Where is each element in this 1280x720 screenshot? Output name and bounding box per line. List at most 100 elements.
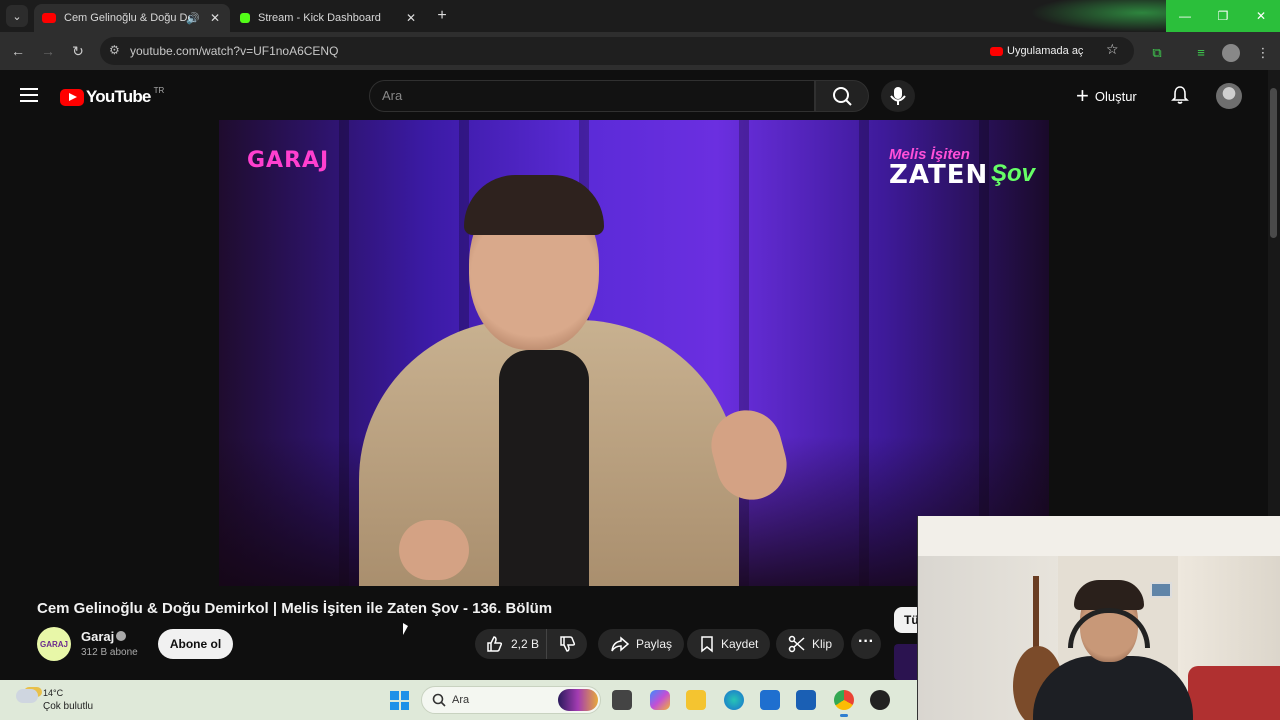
extensions-icon[interactable]: ⧉	[1148, 44, 1166, 62]
file-explorer-icon[interactable]	[686, 690, 706, 710]
channel-avatar[interactable]: GARAJ	[37, 627, 71, 661]
youtube-header: YouTube TR + Oluştur	[0, 70, 1268, 120]
app-icon[interactable]	[870, 690, 890, 710]
youtube-icon	[990, 46, 1003, 56]
youtube-play-icon	[60, 88, 84, 106]
bookmark-icon	[701, 636, 713, 653]
browser-tab-strip: ⌄ Cem Gelinoğlu & Doğu De 🔊 ✕ Stream - K…	[0, 0, 1280, 32]
close-window-button[interactable]: ✕	[1242, 0, 1280, 32]
restore-button[interactable]: ❐	[1204, 0, 1242, 32]
menu-icon[interactable]	[20, 88, 38, 102]
forward-button[interactable]: →	[38, 41, 58, 61]
tab-title: Stream - Kick Dashboard	[258, 12, 381, 24]
search-highlight-image	[558, 689, 598, 711]
reload-button[interactable]: ↻	[68, 41, 88, 61]
instrument-neck	[1033, 576, 1039, 656]
garaj-watermark: GARAJ	[247, 148, 330, 173]
chrome-icon[interactable]	[834, 690, 854, 717]
kick-icon	[240, 13, 250, 23]
scissors-icon	[788, 635, 805, 653]
store-icon[interactable]	[760, 690, 780, 710]
windows-start-icon[interactable]	[390, 691, 409, 710]
toolbar: ← → ↻ ⚙ youtube.com/watch?v=UF1noA6CENQ …	[0, 32, 1280, 70]
tab-kick[interactable]: Stream - Kick Dashboard ✕	[232, 4, 426, 32]
tab-youtube[interactable]: Cem Gelinoğlu & Doğu De 🔊 ✕	[34, 4, 230, 32]
guest-hand	[399, 520, 469, 580]
background-glow	[1030, 0, 1170, 32]
ceiling	[918, 516, 1280, 556]
open-in-app-button[interactable]: Uygulamada aç	[990, 42, 1083, 60]
thumbs-down-icon	[560, 636, 576, 652]
create-label: Oluştur	[1094, 88, 1137, 104]
like-button[interactable]: 2,2 B	[475, 629, 547, 659]
scrollbar-thumb[interactable]	[1270, 88, 1277, 238]
share-label: Paylaş	[636, 637, 673, 651]
address-bar[interactable]: ⚙ youtube.com/watch?v=UF1noA6CENQ Uygula…	[100, 37, 1134, 65]
copilot-icon[interactable]	[650, 690, 670, 710]
save-button[interactable]: Kaydet	[687, 629, 771, 659]
like-dislike-group: 2,2 B	[475, 629, 587, 659]
create-button[interactable]: + Oluştur	[1076, 82, 1137, 110]
red-chair	[1188, 666, 1280, 720]
taskbar-search-label: Ara	[452, 694, 470, 706]
guest-shirt	[499, 350, 589, 586]
subscriber-count: 312 B abone	[81, 647, 138, 658]
outlook-icon[interactable]	[796, 690, 816, 710]
cloud-icon[interactable]	[16, 689, 38, 703]
search-icon	[432, 693, 446, 707]
search-box	[369, 80, 815, 112]
minimize-button[interactable]: —	[1166, 0, 1204, 32]
channel-avatar-text: GARAJ	[39, 639, 68, 649]
site-info-icon[interactable]: ⚙	[109, 43, 120, 57]
dislike-button[interactable]	[547, 629, 587, 659]
edge-icon[interactable]	[724, 690, 744, 710]
bookmark-star-icon[interactable]: ☆	[1106, 41, 1119, 58]
clip-button[interactable]: Klip	[776, 629, 845, 659]
back-button[interactable]: ←	[8, 41, 28, 61]
voice-search-button[interactable]	[881, 80, 915, 112]
close-tab-icon[interactable]: ✕	[406, 11, 416, 25]
tab-title: Cem Gelinoğlu & Doğu De	[64, 12, 194, 24]
wall-picture	[1150, 582, 1172, 598]
guest-hair	[464, 175, 604, 235]
thumbs-up-icon	[487, 636, 503, 652]
logo-text: YouTube	[86, 87, 151, 106]
new-tab-button[interactable]: +	[432, 7, 452, 25]
microphone-icon	[890, 87, 906, 105]
show-logo-main: ZATEN	[889, 160, 989, 190]
close-tab-icon[interactable]: ✕	[210, 11, 220, 25]
speaker-icon[interactable]: 🔊	[186, 12, 200, 25]
tab-search-button[interactable]: ⌄	[6, 5, 28, 27]
windows-taskbar: 14°C Çok bulutlu Ara	[0, 680, 917, 720]
webcam-overlay	[917, 516, 1280, 720]
media-control-icon[interactable]: ≡	[1192, 44, 1210, 62]
notifications-bell-icon[interactable]	[1170, 85, 1190, 105]
open-in-app-label: Uygulamada aç	[1007, 45, 1084, 57]
verified-badge-icon	[116, 631, 126, 641]
share-icon	[611, 636, 630, 652]
clip-label: Klip	[812, 637, 833, 651]
streamer-hair	[1074, 580, 1144, 610]
like-count: 2,2 B	[511, 637, 540, 651]
browser-menu-icon[interactable]: ⋮	[1254, 44, 1272, 62]
show-logo-tail: Şov	[991, 160, 1036, 187]
youtube-logo[interactable]: YouTube TR	[60, 85, 165, 107]
plus-icon: +	[1076, 83, 1089, 108]
country-code: TR	[153, 85, 165, 95]
channel-name[interactable]: Garaj	[81, 629, 114, 644]
weather-description[interactable]: Çok bulutlu	[43, 701, 93, 712]
account-avatar[interactable]	[1216, 83, 1242, 109]
mouse-cursor	[403, 623, 408, 635]
taskbar-search[interactable]: Ara	[421, 686, 601, 714]
more-actions-button[interactable]: ···	[851, 629, 881, 659]
video-title: Cem Gelinoğlu & Doğu Demirkol | Melis İş…	[37, 600, 553, 617]
temperature[interactable]: 14°C	[43, 688, 63, 698]
search-icon	[833, 87, 852, 106]
share-button[interactable]: Paylaş	[598, 629, 685, 659]
search-button[interactable]	[815, 80, 869, 112]
search-input[interactable]	[382, 88, 782, 103]
profile-avatar[interactable]	[1222, 44, 1240, 62]
save-label: Kaydet	[721, 637, 759, 651]
subscribe-button[interactable]: Abone ol	[158, 629, 233, 659]
task-view-icon[interactable]	[612, 690, 632, 710]
